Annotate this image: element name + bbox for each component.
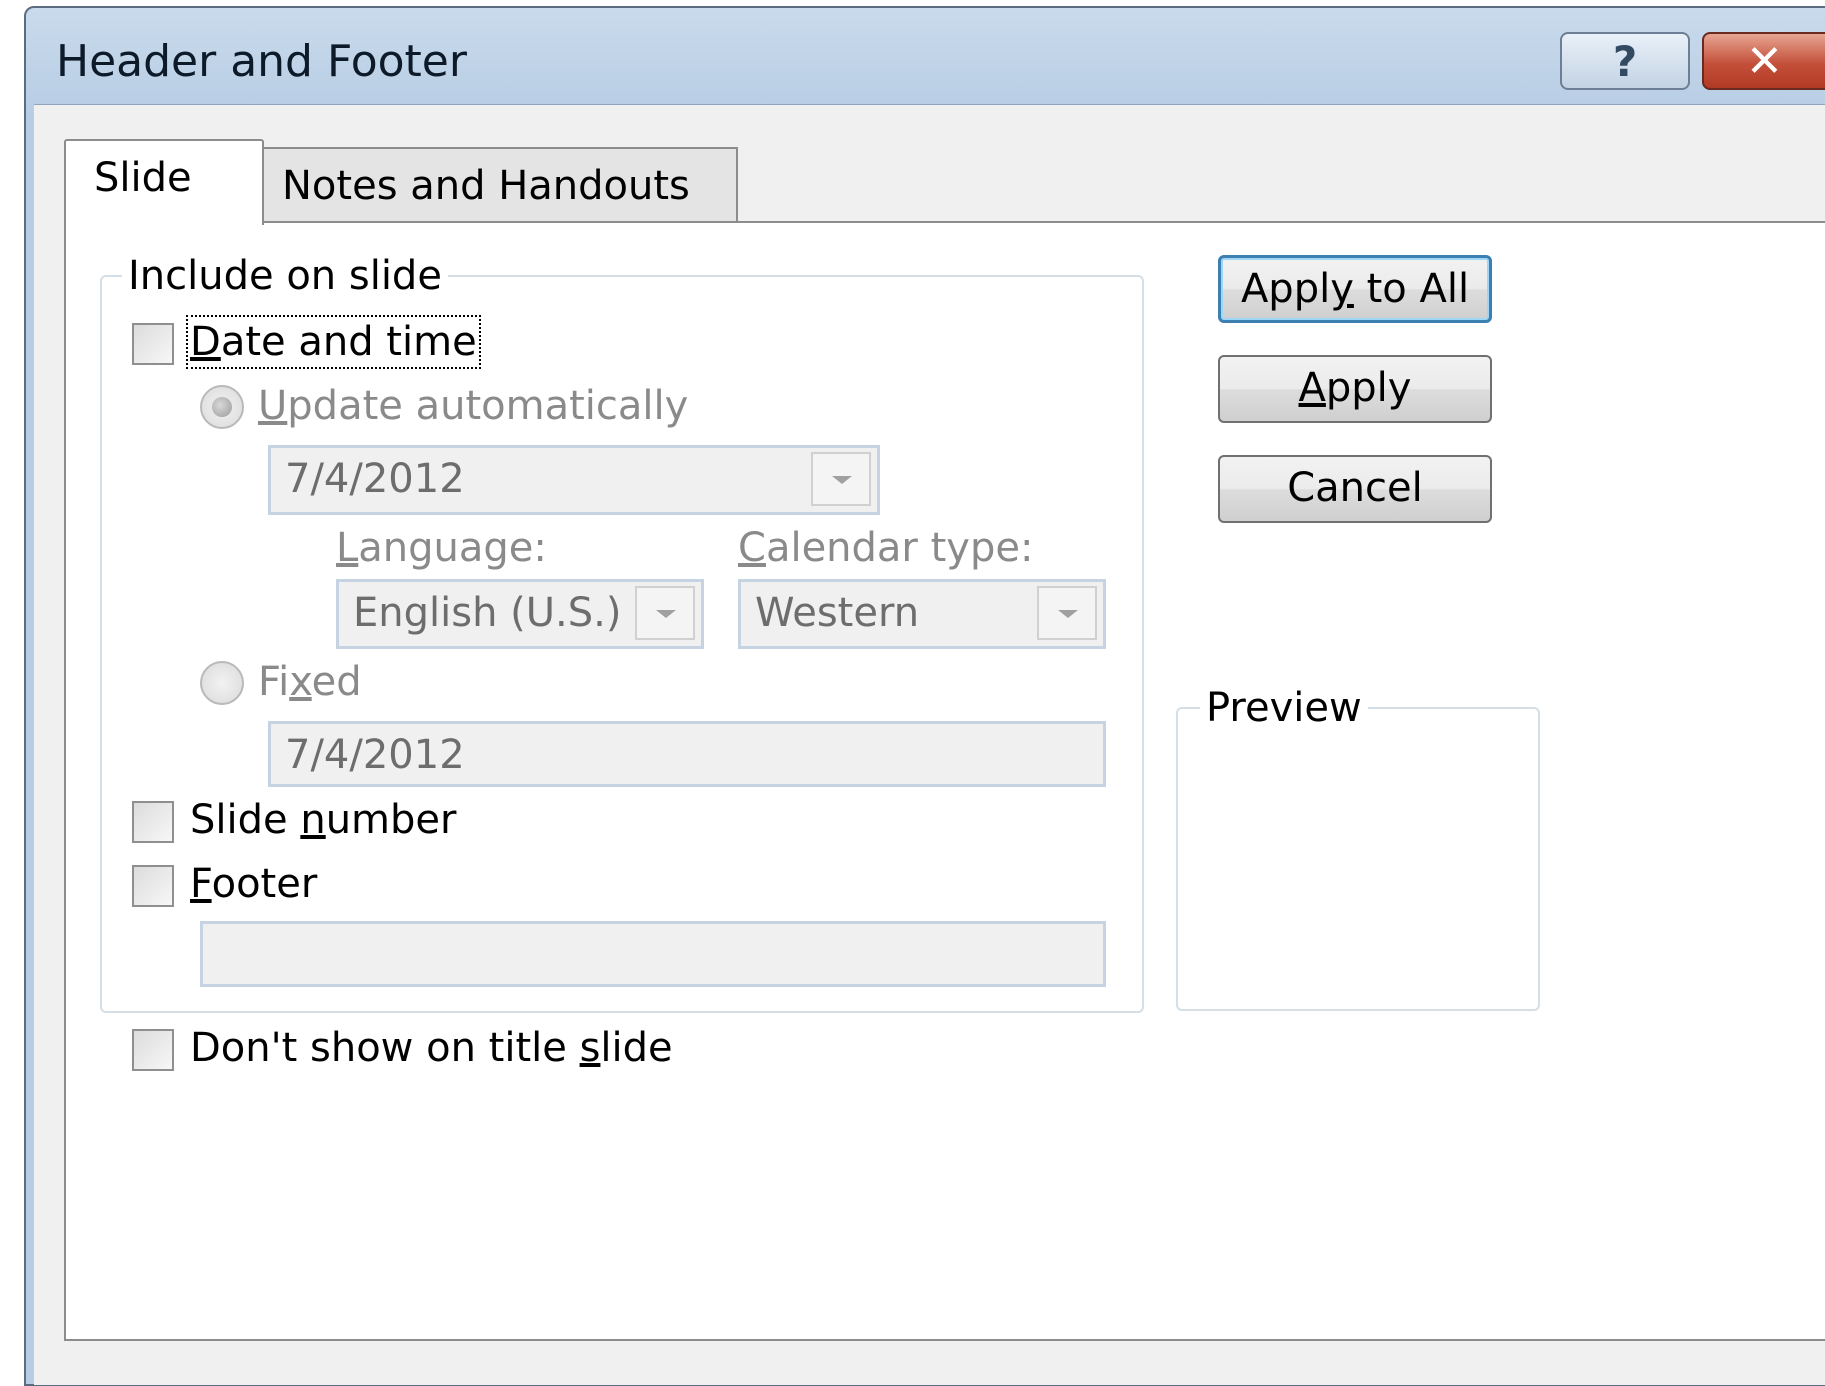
fixed-label[interactable]: Fixed xyxy=(258,659,362,705)
update-automatically-radio[interactable] xyxy=(200,385,244,429)
slide-number-prefix: Slide xyxy=(190,797,301,843)
date-and-time-accel: D xyxy=(190,319,221,365)
fixed-accel: x xyxy=(289,659,312,705)
footer-label[interactable]: Footer xyxy=(190,861,317,907)
date-and-time-checkbox[interactable] xyxy=(132,323,174,365)
include-group-legend: Include on slide xyxy=(122,253,448,299)
fixed-date-value: 7/4/2012 xyxy=(285,732,465,778)
slide-number-rest: umber xyxy=(325,797,457,843)
footer-rest: ooter xyxy=(211,861,318,907)
language-select[interactable]: English (U.S.) xyxy=(336,579,704,649)
date-and-time-rest: ate and time xyxy=(220,319,477,365)
language-label: Language: xyxy=(336,525,547,571)
slide-number-checkbox[interactable] xyxy=(132,801,174,843)
slide-tab-panel: Include on slide Date and time Update au… xyxy=(64,221,1825,1341)
radio-selected-dot xyxy=(212,397,232,417)
calendar-type-accel: C xyxy=(738,525,766,571)
apply-to-all-prefix: Appl xyxy=(1240,266,1331,312)
dialog-client-area: Slide Notes and Handouts Include on slid… xyxy=(34,104,1825,1385)
dont-show-rest: lide xyxy=(600,1025,673,1071)
dialog-title: Header and Footer xyxy=(56,36,467,87)
close-button[interactable]: ✕ xyxy=(1702,32,1825,90)
auto-date-dropdown-icon[interactable] xyxy=(811,452,871,506)
help-button[interactable]: ? xyxy=(1560,32,1690,90)
tab-notes-label: Notes and Handouts xyxy=(282,163,690,209)
fixed-rest: ed xyxy=(311,659,362,705)
dont-show-prefix: Don't show on title xyxy=(190,1025,580,1071)
calendar-type-value: Western xyxy=(755,590,920,636)
question-icon: ? xyxy=(1612,36,1638,86)
cancel-button[interactable]: Cancel xyxy=(1218,455,1492,523)
apply-to-all-accel: y xyxy=(1330,266,1354,312)
footer-accel: F xyxy=(190,861,212,907)
calendar-type-label: Calendar type: xyxy=(738,525,1033,571)
fixed-radio[interactable] xyxy=(200,661,244,705)
update-automatically-rest: pdate automatically xyxy=(287,383,689,429)
dialog-window: Header and Footer ? ✕ Slide Notes and Ha… xyxy=(24,6,1825,1386)
tab-slide-label: Slide xyxy=(94,155,192,201)
tab-slide[interactable]: Slide xyxy=(64,139,264,225)
dont-show-accel: s xyxy=(579,1025,601,1071)
calendar-type-dropdown-icon[interactable] xyxy=(1037,586,1097,640)
calendar-type-rest: alendar type: xyxy=(765,525,1034,571)
dont-show-on-title-slide-label[interactable]: Don't show on title slide xyxy=(190,1025,673,1071)
auto-date-format-select[interactable]: 7/4/2012 xyxy=(268,445,880,515)
language-rest: anguage: xyxy=(358,525,547,571)
fixed-date-input[interactable]: 7/4/2012 xyxy=(268,721,1106,787)
update-automatically-accel: U xyxy=(258,383,288,429)
footer-checkbox[interactable] xyxy=(132,865,174,907)
tab-notes-and-handouts[interactable]: Notes and Handouts xyxy=(262,147,738,223)
update-automatically-label[interactable]: Update automatically xyxy=(258,383,688,429)
apply-rest: pply xyxy=(1325,365,1412,411)
apply-to-all-rest: to All xyxy=(1353,266,1470,312)
calendar-type-select[interactable]: Western xyxy=(738,579,1106,649)
footer-text-input[interactable] xyxy=(200,921,1106,987)
preview-legend: Preview xyxy=(1200,685,1368,731)
date-and-time-label[interactable]: Date and time xyxy=(186,315,481,369)
dont-show-on-title-slide-checkbox[interactable] xyxy=(132,1029,174,1071)
preview-group xyxy=(1176,707,1540,1011)
fixed-prefix: Fi xyxy=(258,659,290,705)
apply-button[interactable]: Apply xyxy=(1218,355,1492,423)
slide-number-label[interactable]: Slide number xyxy=(190,797,456,843)
language-value: English (U.S.) xyxy=(353,590,622,636)
close-icon: ✕ xyxy=(1746,35,1783,87)
slide-number-accel: n xyxy=(300,797,326,843)
apply-accel: A xyxy=(1298,365,1326,411)
language-accel: L xyxy=(336,525,359,571)
apply-to-all-button[interactable]: Apply to All xyxy=(1218,255,1492,323)
language-dropdown-icon[interactable] xyxy=(635,586,695,640)
auto-date-value: 7/4/2012 xyxy=(285,456,465,502)
